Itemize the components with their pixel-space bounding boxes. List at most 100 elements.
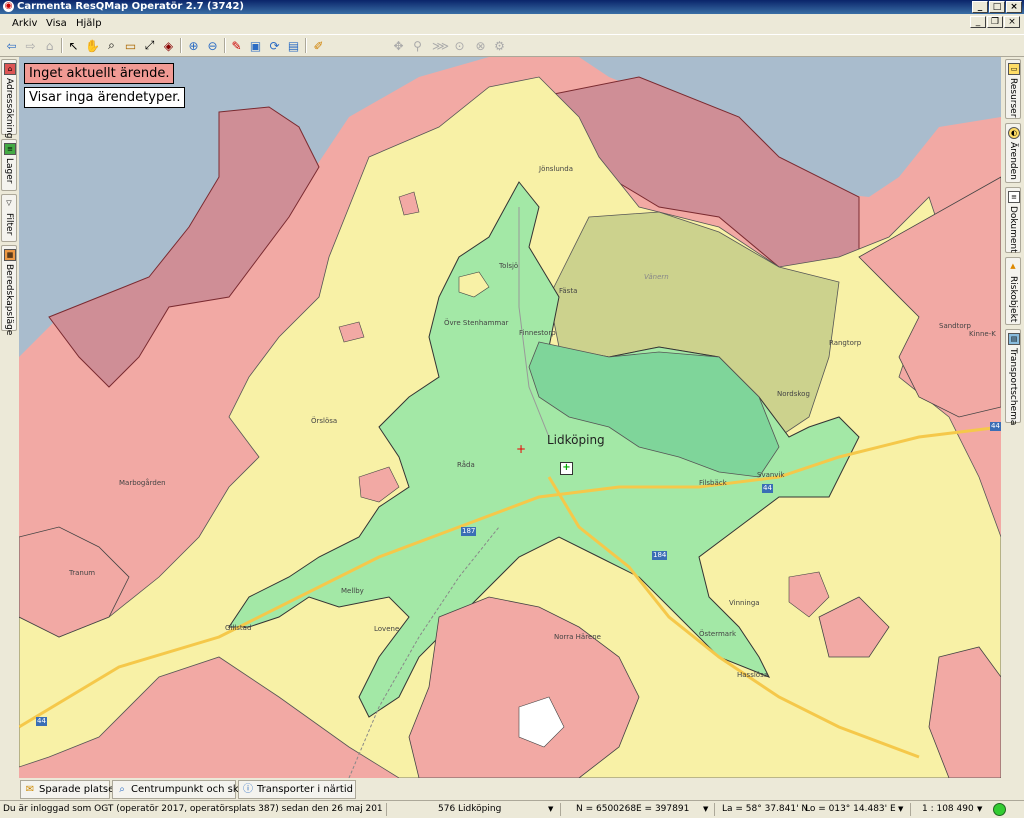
minimize-button[interactable]: _ <box>972 1 988 13</box>
back-arrow-icon[interactable]: ⇦ <box>3 37 20 54</box>
zoom-box-icon[interactable]: ⌕ <box>103 37 120 54</box>
address-icon: ⌂ <box>4 63 16 75</box>
tab-beredskapslage[interactable]: ▦ Beredskapsläge <box>1 245 17 335</box>
coordinate-dropdown-icon[interactable]: ▼ <box>703 805 708 813</box>
place-label: Marbogården <box>119 479 166 487</box>
latlon-dropdown-icon[interactable]: ▼ <box>898 805 903 813</box>
toolbar: ⇦ ⇨ ⌂ ↖ ✋ ⌕ ▭ ⤢ ◈ ⊕ ⊖ ✎ ▣ ⟳ ▤ ✐ ✥ ⚲ ⋙ ⊙ … <box>0 35 1024 57</box>
zoom-in-icon[interactable]: ⊕ <box>185 37 202 54</box>
transport-icon: ▤ <box>1008 333 1020 345</box>
area-status: 576 Lidköping <box>438 804 502 814</box>
place-label: Kinne-K <box>969 330 996 338</box>
resources-icon: ▭ <box>1008 63 1020 75</box>
right-tab-strip: ▭ Resurser ◐ Ärenden ≡ Dokument ▲ Riskob… <box>1002 57 1024 777</box>
road-shield: 44 <box>990 422 1001 431</box>
readiness-icon: ▦ <box>4 249 16 261</box>
scale-dropdown-icon[interactable]: ▼ <box>977 805 982 813</box>
tab-label: Transporter i närtid <box>257 784 353 795</box>
gps-icon[interactable]: ✥ <box>390 37 407 54</box>
distance-icon[interactable]: ⤢ <box>141 37 158 54</box>
map-canvas[interactable] <box>19 57 1001 778</box>
case-tool-icon[interactable]: ◈ <box>160 37 177 54</box>
mdi-minimize-button[interactable]: _ <box>970 16 986 28</box>
home-icon[interactable]: ⌂ <box>41 37 58 54</box>
document-icon: ≡ <box>1008 191 1020 203</box>
place-label: Finnestorp <box>519 329 556 337</box>
saved-places-icon: ✉ <box>25 784 35 795</box>
place-label: Tolsjö <box>499 262 519 270</box>
left-tab-strip: ⌂ Adressökning ≡ Lager ▽ Filter ▦ Bereds… <box>0 57 18 777</box>
place-label: Sandtorp <box>939 322 971 330</box>
place-label: Lovene <box>374 625 400 633</box>
connection-status-icon <box>993 803 1006 816</box>
tab-resurser[interactable]: ▭ Resurser <box>1005 59 1021 119</box>
layers-icon: ≡ <box>4 143 16 155</box>
place-label: Östermark <box>699 630 737 638</box>
lake-label: Vänern <box>644 273 669 281</box>
pointer-icon[interactable]: ↖ <box>65 37 82 54</box>
hospital-icon[interactable]: + <box>560 462 573 475</box>
place-label: Svanvik <box>757 471 785 479</box>
place-label: Övre Stenhammar <box>444 319 509 327</box>
tab-label: Centrumpunkt och skala <box>131 784 254 795</box>
mdi-close-button[interactable]: × <box>1004 16 1020 28</box>
tab-transporter[interactable]: ⓘ Transporter i närtid <box>238 780 356 799</box>
position-marker-icon: + <box>516 442 527 456</box>
measure-icon[interactable]: ▭ <box>122 37 139 54</box>
tab-label: Adressökning <box>4 78 14 139</box>
place-label: Örslösa <box>311 417 338 425</box>
tab-adressokning[interactable]: ⌂ Adressökning <box>1 59 17 139</box>
pan-hand-icon[interactable]: ✋ <box>84 37 101 54</box>
place-label: Gillstad <box>225 624 252 632</box>
case-types-notice: Visar inga ärendetyper. <box>24 87 186 108</box>
mdi-restore-button[interactable]: ❐ <box>987 16 1003 28</box>
tab-label: Lager <box>4 158 14 184</box>
area-dropdown-icon[interactable]: ▼ <box>548 805 553 813</box>
tab-transportschema[interactable]: ▤ Transportschema <box>1005 329 1021 425</box>
tab-lager[interactable]: ≡ Lager <box>1 139 17 191</box>
tab-dokument[interactable]: ≡ Dokument <box>1005 187 1021 253</box>
bottom-tab-strip: ✉ Sparade platser ⌕ Centrumpunkt och ska… <box>0 779 1024 800</box>
draw-line-icon[interactable]: ✎ <box>228 37 245 54</box>
route-icon[interactable]: ⊗ <box>472 37 489 54</box>
place-label: Vinninga <box>729 599 760 607</box>
tab-sparade-platser[interactable]: ✉ Sparade platser <box>20 780 118 799</box>
place-label: Mellby <box>341 587 364 595</box>
no-active-case-notice: Inget aktuellt ärende. <box>24 63 175 84</box>
zoom-out-icon[interactable]: ⊖ <box>204 37 221 54</box>
menu-bar: Arkiv Visa Hjälp _ ❐ × <box>0 15 1024 35</box>
eraser-icon[interactable]: ✐ <box>310 37 327 54</box>
signal-icon[interactable]: ⋙ <box>432 37 449 54</box>
map-view[interactable]: Inget aktuellt ärende. Visar inga ärende… <box>19 57 1001 778</box>
tab-label: Resurser <box>1008 78 1018 118</box>
longitude: Lo = 013° 14.483' E <box>805 804 896 814</box>
tab-label: Dokument <box>1008 206 1018 253</box>
tab-filter[interactable]: ▽ Filter <box>1 194 17 242</box>
tab-label: Sparade platser <box>39 784 119 795</box>
tab-arenden[interactable]: ◐ Ärenden <box>1005 123 1021 183</box>
zoom-extent-icon[interactable]: ▣ <box>247 37 264 54</box>
maximize-button[interactable]: □ <box>989 1 1005 13</box>
title-bar: ◉ Carmenta ResQMap Operatör 2.7 (3742) _… <box>0 0 1024 14</box>
place-label: Filsbäck <box>699 479 727 487</box>
place-label: Nordskog <box>777 390 810 398</box>
east-coordinate: E = 397891 <box>636 804 690 814</box>
settings-icon[interactable]: ⚙ <box>491 37 508 54</box>
menu-visa[interactable]: Visa <box>46 18 67 29</box>
place-label: Råda <box>457 461 475 469</box>
tab-centrumpunkt[interactable]: ⌕ Centrumpunkt och skala <box>112 780 254 799</box>
menu-arkiv[interactable]: Arkiv <box>12 18 37 29</box>
play-icon[interactable]: ⊙ <box>451 37 468 54</box>
menu-hjalp[interactable]: Hjälp <box>76 18 102 29</box>
close-button[interactable]: × <box>1006 1 1022 13</box>
warning-icon: ▲ <box>1010 262 1016 270</box>
app-icon: ◉ <box>3 1 14 12</box>
center-point-icon: ⌕ <box>119 784 125 795</box>
road-shield: 44 <box>762 484 773 493</box>
layout-icon[interactable]: ▤ <box>285 37 302 54</box>
tab-riskobjekt[interactable]: ▲ Riskobjekt <box>1005 257 1021 325</box>
refresh-map-icon[interactable]: ⟳ <box>266 37 283 54</box>
track-icon[interactable]: ⚲ <box>409 37 426 54</box>
forward-arrow-icon[interactable]: ⇨ <box>22 37 39 54</box>
tab-label: Filter <box>4 213 14 236</box>
